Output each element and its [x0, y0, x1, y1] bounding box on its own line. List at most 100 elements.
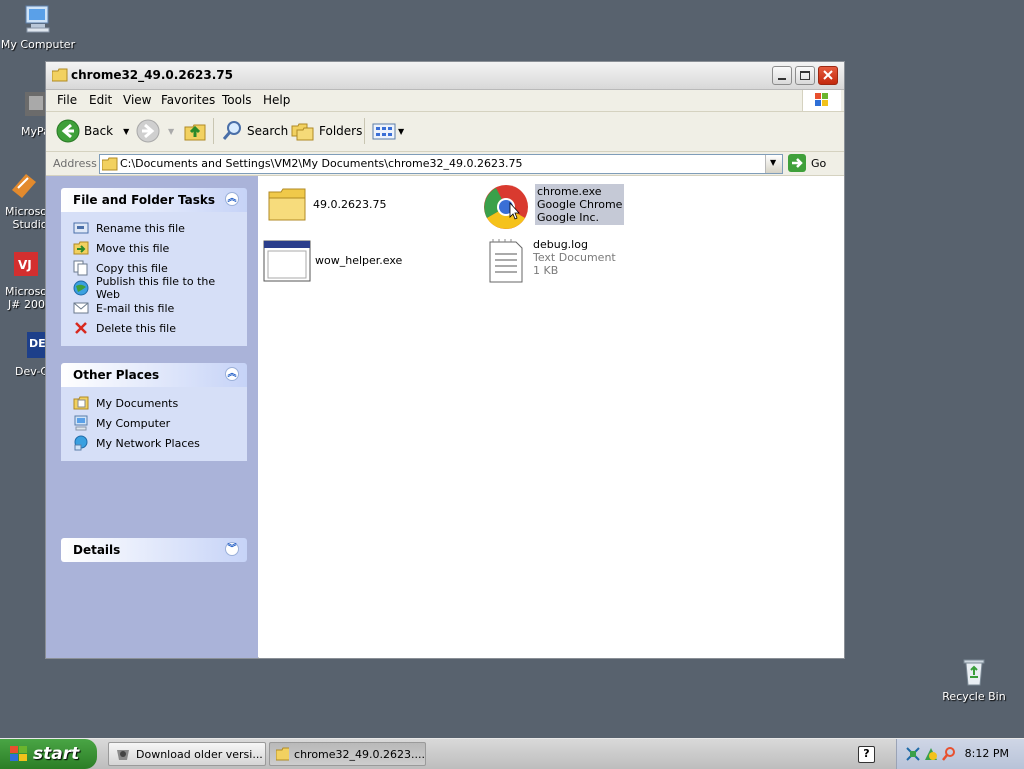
task-label: Delete this file	[96, 321, 176, 335]
search-tray-icon[interactable]	[941, 746, 957, 762]
collapse-icon[interactable]: ︽	[225, 192, 239, 206]
maximize-button[interactable]	[795, 66, 815, 85]
menu-tools[interactable]: Tools	[222, 93, 252, 107]
task-publish[interactable]: Publish this file to the Web	[73, 275, 237, 301]
task-rename[interactable]: Rename this file	[73, 218, 237, 238]
file-folder-tasks-panel: File and Folder Tasks ︽ Rename this file…	[61, 188, 247, 346]
help-icon[interactable]: ?	[858, 746, 875, 763]
menu-view[interactable]: View	[123, 93, 151, 107]
svg-text:DE: DE	[29, 337, 46, 350]
task-move[interactable]: Move this file	[73, 238, 237, 258]
task-email[interactable]: E-mail this file	[73, 298, 237, 318]
panel-header[interactable]: File and Folder Tasks ︽	[61, 188, 247, 212]
search-icon	[222, 121, 241, 140]
file-size: 1 KB	[533, 264, 559, 277]
menu-file[interactable]: File	[57, 93, 77, 107]
menu-favorites[interactable]: Favorites	[161, 93, 215, 107]
desktop-icon-label: My Computer	[0, 38, 76, 51]
back-dropdown-icon[interactable]: ▼	[123, 127, 129, 136]
taskbar-button-label: chrome32_49.0.2623....	[294, 747, 425, 761]
other-places-panel: Other Places ︽ My Documents My Computer …	[61, 363, 247, 461]
window-title: chrome32_49.0.2623.75	[71, 68, 233, 82]
panel-header[interactable]: Other Places ︽	[61, 363, 247, 387]
jsharp-icon: VJ	[8, 250, 40, 282]
folders-icon	[291, 123, 314, 141]
svg-text:VJ: VJ	[18, 258, 32, 272]
file-type: Text Document	[533, 251, 616, 264]
network-icon	[74, 435, 88, 451]
address-value: C:\Documents and Settings\VM2\My Documen…	[120, 157, 523, 170]
panel-body: My Documents My Computer My Network Plac…	[61, 387, 247, 461]
close-button[interactable]	[818, 66, 838, 85]
start-label: start	[33, 744, 80, 764]
start-button[interactable]: start	[0, 739, 97, 769]
menu-help[interactable]: Help	[263, 93, 290, 107]
text-document-icon	[489, 239, 523, 283]
update-tray-icon[interactable]	[923, 746, 939, 762]
menu-edit[interactable]: Edit	[89, 93, 112, 107]
toolbar-separator	[213, 118, 214, 144]
close-icon	[823, 70, 833, 80]
views-dropdown-icon: ▼	[398, 126, 405, 136]
file-info: chrome.exe Google Chrome Google Inc.	[535, 184, 625, 225]
desktop-icon-label: Recycle Bin	[942, 690, 1006, 703]
panel-title: File and Folder Tasks	[73, 193, 216, 207]
place-my-network-places[interactable]: My Network Places	[73, 433, 237, 453]
toolbar-separator	[364, 118, 365, 144]
place-my-documents[interactable]: My Documents	[73, 393, 237, 413]
task-pane: File and Folder Tasks ︽ Rename this file…	[46, 176, 258, 658]
folders-button[interactable]: Folders	[291, 118, 362, 144]
desktop-icon-recycle-bin[interactable]: Recycle Bin	[936, 655, 1012, 703]
back-arrow-icon	[56, 119, 80, 143]
file-company: Google Inc.	[537, 211, 600, 224]
app-icon	[117, 750, 129, 760]
desktop-icon-my-computer[interactable]: My Computer	[0, 3, 76, 51]
network-tray-icon[interactable]	[905, 746, 921, 762]
taskbar: start Download older versi... chrome32_4…	[0, 738, 1024, 769]
file-name: 49.0.2623.75	[313, 198, 387, 211]
details-panel: Details ︾	[61, 538, 247, 562]
globe-icon	[73, 280, 89, 296]
search-button[interactable]: Search	[221, 118, 288, 144]
file-item-wow-helper[interactable]: wow_helper.exe	[263, 238, 402, 284]
file-item-debug-log[interactable]: debug.log Text Document 1 KB	[487, 238, 616, 284]
collapse-icon[interactable]: ︽	[225, 367, 239, 381]
place-my-computer[interactable]: My Computer	[73, 413, 237, 433]
file-item-folder[interactable]: 49.0.2623.75	[267, 184, 386, 224]
up-folder-button[interactable]	[183, 118, 207, 144]
back-label: Back	[84, 124, 114, 138]
go-button[interactable]: Go	[788, 154, 826, 172]
rename-icon	[73, 222, 89, 234]
task-label: Publish this file to the Web	[96, 275, 216, 301]
file-description: Google Chrome	[537, 198, 623, 211]
move-icon	[73, 241, 89, 255]
taskbar-button-explorer[interactable]: chrome32_49.0.2623....	[269, 742, 426, 766]
title-bar[interactable]: chrome32_49.0.2623.75	[46, 62, 844, 90]
back-button[interactable]: Back ▼	[56, 118, 129, 144]
task-label: Copy this file	[96, 261, 168, 275]
system-tray: 8:12 PM	[896, 739, 1024, 769]
task-label: Move this file	[96, 241, 170, 255]
task-delete[interactable]: Delete this file	[73, 318, 237, 338]
chrome-icon	[484, 185, 528, 229]
views-button[interactable]: ▼	[372, 118, 404, 144]
maximize-icon	[800, 71, 810, 80]
forward-dropdown-icon[interactable]: ▼	[168, 127, 174, 136]
documents-icon	[73, 396, 89, 410]
file-item-chrome-exe[interactable]: chrome.exe Google Chrome Google Inc.	[483, 184, 625, 230]
folder-icon	[51, 68, 68, 85]
minimize-button[interactable]	[772, 66, 792, 85]
panel-title: Details	[73, 543, 121, 557]
file-info: debug.log Text Document 1 KB	[533, 238, 616, 277]
forward-button[interactable]: ▼	[136, 118, 174, 144]
expand-icon[interactable]: ︾	[225, 542, 239, 556]
address-bar: Address C:\Documents and Settings\VM2\My…	[46, 152, 844, 176]
task-label: My Computer	[96, 416, 171, 430]
folder-icon	[102, 157, 118, 171]
task-label: My Network Places	[96, 436, 200, 450]
taskbar-button-download[interactable]: Download older versi...	[108, 742, 266, 766]
address-input[interactable]: C:\Documents and Settings\VM2\My Documen…	[99, 154, 783, 174]
address-dropdown-button[interactable]: ▼	[765, 155, 782, 173]
go-arrow-icon	[788, 154, 806, 172]
panel-header[interactable]: Details ︾	[61, 538, 247, 562]
